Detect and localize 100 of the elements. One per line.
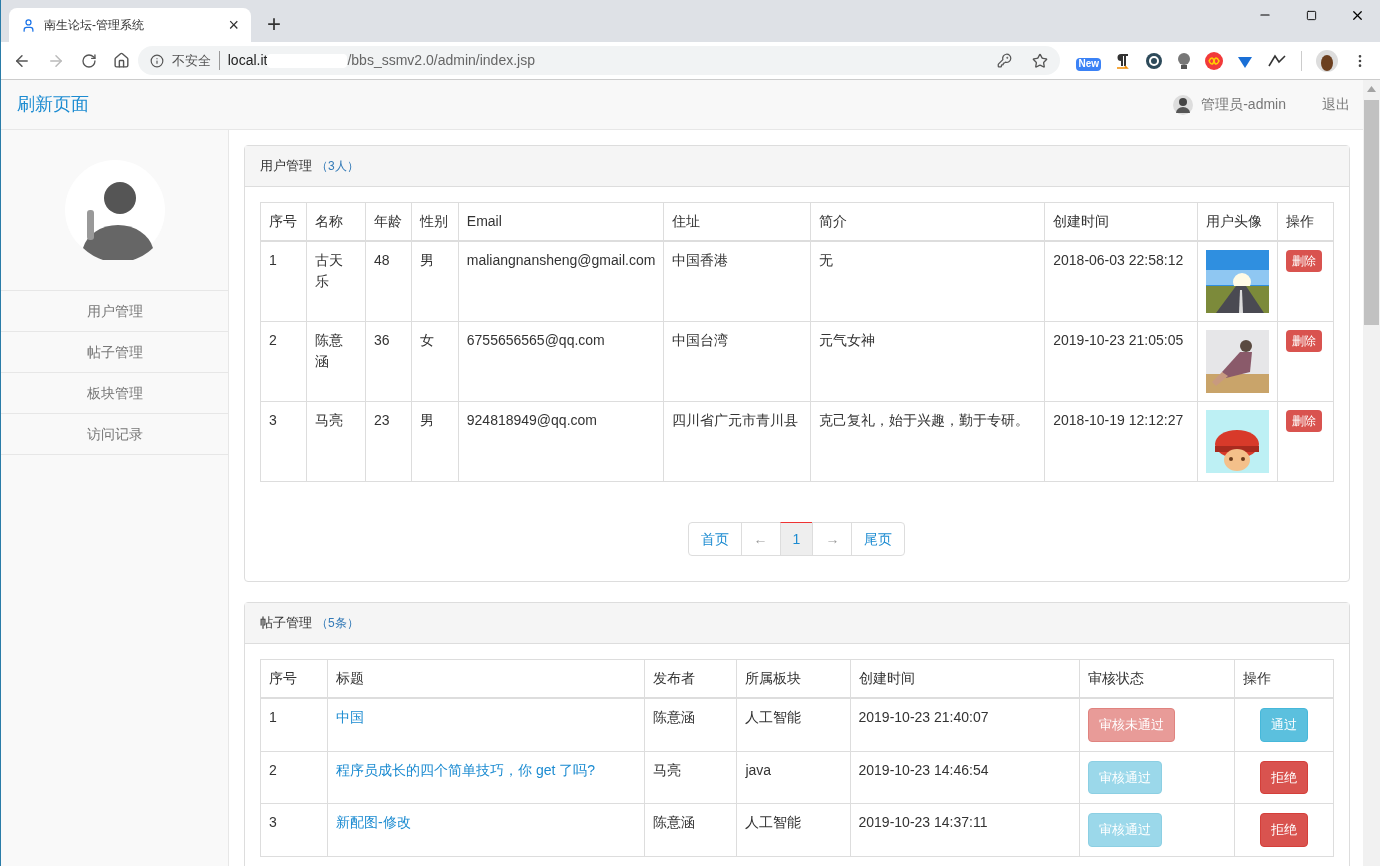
column-header: 序号 <box>260 659 328 698</box>
user-icon <box>21 17 36 33</box>
sidebar-item[interactable]: 板块管理 <box>1 372 228 413</box>
table-cell: 1 <box>260 698 328 751</box>
bulb-icon[interactable] <box>1177 51 1191 70</box>
user-name[interactable]: 管理员-admin <box>1201 94 1286 115</box>
extension-badge[interactable]: New <box>1076 58 1101 71</box>
table-cell: 女 <box>411 321 459 402</box>
key-icon[interactable] <box>997 53 1013 68</box>
column-header: 年龄 <box>365 202 412 241</box>
table-cell: 1 <box>260 241 307 322</box>
table-cell: 男 <box>411 401 459 482</box>
maximize-icon[interactable] <box>1305 9 1317 21</box>
url-host: local.it <box>227 51 268 70</box>
page-link[interactable]: 首页 <box>687 522 742 556</box>
close-tab-button[interactable]: × <box>228 16 239 34</box>
table-cell: 2 <box>260 321 307 402</box>
tab-title: 南生论坛-管理系统 <box>44 17 145 34</box>
table-cell: 陈意涵 <box>306 321 366 402</box>
sidebar-item[interactable]: 帖子管理 <box>1 331 228 372</box>
table-cell: 古天乐 <box>306 241 366 322</box>
table-cell: 2019-10-23 14:46:54 <box>850 751 1080 804</box>
url-path: /bbs_ssmv2.0/admin/index.jsp <box>347 51 536 70</box>
infinity-icon[interactable] <box>1205 51 1223 70</box>
column-header: 所属板块 <box>736 659 850 698</box>
table-cell: 36 <box>365 321 412 402</box>
table-cell: 陈意涵 <box>644 803 737 856</box>
column-header: 用户头像 <box>1197 202 1278 241</box>
browser-tab[interactable]: 南生论坛-管理系统 × <box>9 8 251 42</box>
table-cell: 6755656565@qq.com <box>458 321 664 402</box>
column-header: 操作 <box>1277 202 1334 241</box>
panel-title: 用户管理 <box>260 157 312 176</box>
table-cell: 男 <box>411 241 459 322</box>
bookmark-star-icon[interactable] <box>1032 52 1049 69</box>
table-cell: 2 <box>260 751 328 804</box>
table-cell: 3 <box>260 401 307 482</box>
count-label: （3人） <box>316 158 359 175</box>
brand-link[interactable]: 刷新页面 <box>17 91 1174 118</box>
table-cell: 马亮 <box>306 401 366 482</box>
table-cell: 元气女神 <box>810 321 1045 402</box>
column-header: 标题 <box>327 659 645 698</box>
status-button[interactable]: 审核未通过 <box>1087 708 1175 742</box>
table-cell: maliangnansheng@gmail.com <box>458 241 664 322</box>
delete-button[interactable]: 删除 <box>1286 330 1323 352</box>
info-icon <box>149 53 164 68</box>
count-label: （5条） <box>316 615 359 632</box>
column-header: 发布者 <box>644 659 737 698</box>
table-cell: 924818949@qq.com <box>458 401 664 482</box>
pilcrow-icon[interactable] <box>1115 51 1131 70</box>
column-header: 序号 <box>260 202 307 241</box>
post-title-link[interactable]: 新配图-修改 <box>336 814 411 830</box>
action-button[interactable]: 拒绝 <box>1259 760 1308 794</box>
table-cell: 无 <box>810 241 1045 322</box>
column-header: 审核状态 <box>1079 659 1235 698</box>
column-header: Email <box>458 202 664 241</box>
table-cell: 四川省广元市青川县 <box>663 401 811 482</box>
table-cell: 人工智能 <box>736 698 850 751</box>
circle-logo-icon[interactable] <box>1145 51 1163 70</box>
column-header: 性别 <box>411 202 459 241</box>
column-header: 创建时间 <box>1044 202 1198 241</box>
delete-button[interactable]: 删除 <box>1286 250 1323 272</box>
table-cell: 48 <box>365 241 412 322</box>
table-cell: java <box>736 751 850 804</box>
reload-icon[interactable] <box>80 52 97 69</box>
table-cell: 克己复礼，始于兴趣，勤于专研。 <box>810 401 1045 482</box>
table-cell: 人工智能 <box>736 803 850 856</box>
security-label: 不安全 <box>171 50 220 71</box>
page-link[interactable]: 1 <box>779 522 814 556</box>
scrollbar[interactable] <box>1363 80 1380 866</box>
table-cell: 马亮 <box>644 751 737 804</box>
table-cell: 3 <box>260 803 328 856</box>
action-button[interactable]: 通过 <box>1259 708 1308 742</box>
table-cell: 2019-10-23 14:37:11 <box>850 803 1080 856</box>
delete-button[interactable]: 删除 <box>1286 410 1323 432</box>
table-cell: 2019-10-23 21:40:07 <box>850 698 1080 751</box>
column-header: 创建时间 <box>850 659 1080 698</box>
sidebar-item[interactable]: 访问记录 <box>1 413 228 454</box>
table-cell: 陈意涵 <box>644 698 737 751</box>
table-cell: 2018-06-03 22:58:12 <box>1044 241 1198 322</box>
column-header: 操作 <box>1234 659 1334 698</box>
table-cell: 2018-10-19 12:12:27 <box>1044 401 1198 482</box>
post-title-link[interactable]: 中国 <box>336 709 365 725</box>
table-cell: 中国台湾 <box>663 321 811 402</box>
table-cell: 23 <box>365 401 412 482</box>
action-button[interactable]: 拒绝 <box>1259 813 1308 847</box>
new-tab-button[interactable]: + <box>267 12 281 36</box>
column-header: 简介 <box>810 202 1045 241</box>
table-cell: 2019-10-23 21:05:05 <box>1044 321 1198 402</box>
column-header: 住址 <box>663 202 811 241</box>
home-icon[interactable] <box>112 52 130 69</box>
address-bar[interactable]: 不安全 local.it /bbs_ssmv2.0/admin/index.jsp <box>137 46 1061 75</box>
logout-link[interactable]: 退出 <box>1322 94 1350 115</box>
page-link[interactable]: 尾页 <box>851 522 906 556</box>
scroll-thumb[interactable] <box>1364 100 1379 325</box>
sidebar-item[interactable]: 用户管理 <box>1 290 228 331</box>
profile-icon[interactable] <box>1316 49 1338 72</box>
avatar-icon <box>1173 94 1194 115</box>
column-header: 名称 <box>306 202 366 241</box>
table-cell: 中国香港 <box>663 241 811 322</box>
panel-title: 帖子管理 <box>260 614 312 633</box>
